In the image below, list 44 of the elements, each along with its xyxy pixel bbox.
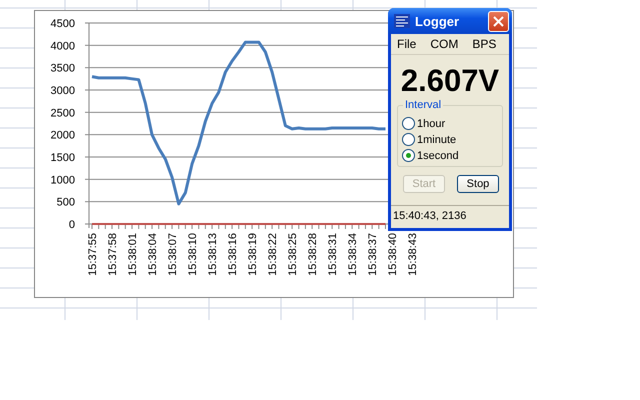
radio-button[interactable] — [402, 133, 415, 146]
menu-item[interactable]: File — [397, 37, 416, 51]
menu-item[interactable]: COM — [430, 37, 458, 51]
y-tick-label: 1000 — [50, 174, 75, 186]
x-tick-label: 15:38:40 — [387, 233, 400, 276]
x-tick-label: 15:37:55 — [87, 233, 99, 276]
x-tick-label: 15:38:04 — [147, 233, 160, 276]
menu-item[interactable]: BPS — [472, 37, 496, 51]
voltage-reading: 2.607V — [400, 63, 500, 99]
y-tick-label: 2500 — [50, 107, 75, 120]
y-tick-label: 0 — [68, 219, 75, 231]
close-icon — [493, 16, 504, 26]
status-bar: 15:40:43, 2136 — [391, 205, 509, 228]
x-tick-label: 15:37:58 — [107, 233, 119, 276]
x-tick-label: 15:38:10 — [187, 233, 200, 276]
radio-button[interactable] — [402, 117, 415, 130]
group-title: Interval — [403, 99, 444, 111]
x-tick-label: 15:38:28 — [307, 233, 320, 276]
x-tick-label: 15:38:07 — [167, 233, 180, 276]
y-tick-label: 500 — [56, 196, 75, 209]
x-tick-label: 15:38:01 — [127, 233, 140, 276]
y-tick-label: 1500 — [50, 152, 75, 164]
x-tick-label: 15:38:43 — [407, 233, 420, 276]
app-icon — [394, 14, 410, 28]
stop-button[interactable]: Stop — [457, 175, 499, 193]
x-tick-label: 15:38:31 — [327, 233, 340, 276]
radio-label[interactable]: 1hour — [417, 118, 446, 130]
radio-label[interactable]: 1second — [417, 150, 459, 162]
y-tick-label: 3500 — [50, 62, 75, 75]
x-tick-label: 15:38:25 — [287, 233, 300, 276]
y-tick-label: 3000 — [50, 85, 75, 97]
x-tick-label: 15:38:22 — [267, 233, 280, 276]
radio-label[interactable]: 1minute — [417, 134, 456, 146]
y-tick-label: 2000 — [50, 130, 75, 142]
x-tick-label: 15:38:19 — [247, 233, 260, 276]
y-tick-label: 4500 — [50, 18, 75, 30]
x-tick-label: 15:38:34 — [347, 233, 360, 276]
x-tick-label: 15:38:16 — [227, 233, 240, 276]
close-button[interactable] — [488, 10, 509, 32]
x-tick-label: 15:38:13 — [207, 233, 220, 276]
radio-button[interactable] — [402, 149, 415, 162]
y-tick-label: 4000 — [50, 40, 75, 52]
window-title: Logger — [415, 14, 460, 28]
x-tick-label: 15:38:37 — [367, 233, 380, 276]
